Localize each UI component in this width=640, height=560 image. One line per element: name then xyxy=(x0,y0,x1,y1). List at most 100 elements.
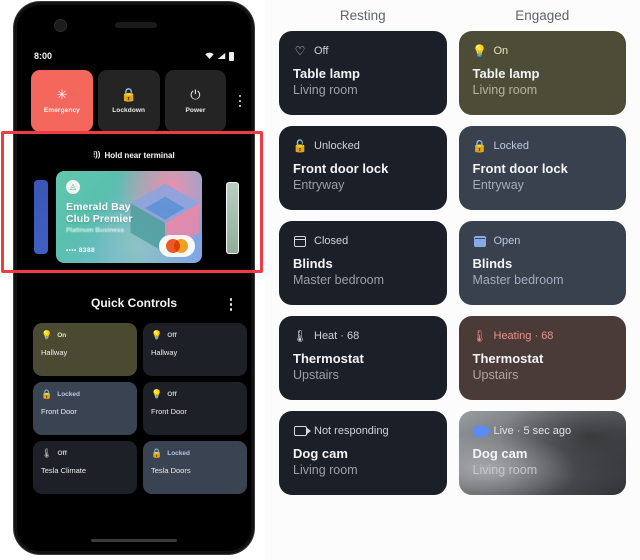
payment-card-title-line1: Emerald Bay xyxy=(66,201,131,213)
quick-control-tile[interactable]: 🔒 Locked Front Door xyxy=(33,382,137,435)
quick-control-tile[interactable]: 🌡 Off Tesla Climate xyxy=(33,441,137,494)
quick-control-status-row: 🔒 Locked xyxy=(151,449,239,458)
device-state-row: 🔓 Unlocked xyxy=(293,139,433,153)
device-name: Blinds xyxy=(472,256,513,271)
state-comparison-panel: Resting Engaged ♡ Off Table lamp Living roo… xyxy=(265,0,640,560)
lightbulb-outline-icon: ♡ xyxy=(294,44,306,58)
phone-mockup-panel: 8:00 ✳ Emergency 🔒 Lockdown ⏻ Power ⦙)) … xyxy=(0,0,265,560)
column-header-resting: Resting xyxy=(339,8,386,23)
comparison-card-grid: ♡ Off Table lamp Living room 💡 On Table lamp Li… xyxy=(271,23,634,495)
thermometer-icon: 🌡 xyxy=(41,448,53,458)
kebab-menu-icon xyxy=(229,298,232,311)
device-name: Dog cam xyxy=(472,446,528,461)
device-state-card[interactable]: 🌡 Heat · 68 Thermostat Upstairs xyxy=(279,316,447,400)
payment-card-masked-number: •••• 8388 xyxy=(66,247,95,254)
quick-control-tile[interactable]: 🔒 Locked Tesla Doors xyxy=(143,441,247,494)
quick-control-state: Locked xyxy=(167,450,190,457)
device-state-row: 🔒 Locked xyxy=(472,139,613,153)
device-state-card[interactable]: 💡 On Table lamp Living room xyxy=(458,31,626,115)
device-name: Front door lock xyxy=(293,161,389,176)
quick-control-name: Front Door xyxy=(151,407,187,416)
lockdown-button-label: Lockdown xyxy=(112,107,146,114)
quick-controls-title: Quick Controls xyxy=(90,296,177,310)
payment-card-subtitle: Platinum Business xyxy=(66,227,125,234)
column-header-engaged: Engaged xyxy=(515,8,570,23)
quick-control-status-row: 🌡 Off xyxy=(41,449,129,458)
device-state-card[interactable]: Closed Blinds Master bedroom xyxy=(279,221,447,305)
device-state-card[interactable]: Live · 5 sec ago Dog cam Living room xyxy=(458,411,626,495)
device-state-card[interactable]: Open Blinds Master bedroom xyxy=(458,221,626,305)
device-room: Master bedroom xyxy=(472,273,564,287)
power-button[interactable]: ⏻ Power xyxy=(164,70,227,132)
lightbulb-icon: 💡 xyxy=(151,389,163,399)
power-button-label: Power xyxy=(185,107,206,114)
mastercard-circle-yellow xyxy=(174,239,188,253)
device-state-label: On xyxy=(493,45,509,57)
device-name: Thermostat xyxy=(472,351,544,366)
device-room: Entryway xyxy=(472,178,524,192)
device-room: Upstairs xyxy=(472,368,519,382)
quick-control-tile[interactable]: 💡 Off Hallway xyxy=(143,323,247,376)
quick-control-name: Front Door xyxy=(41,407,77,416)
quick-control-status-row: 💡 On xyxy=(41,331,129,340)
emergency-button-label: Emergency xyxy=(43,107,80,114)
device-state-row: Live · 5 sec ago xyxy=(472,424,613,438)
quick-control-name: Hallway xyxy=(151,348,178,357)
quick-control-state: Off xyxy=(167,391,177,398)
kebab-menu-icon xyxy=(238,94,242,108)
emergency-button[interactable]: ✳ Emergency xyxy=(31,70,93,132)
device-room: Living room xyxy=(472,83,538,97)
hold-near-terminal-hint: ⦙)) Hold near terminal xyxy=(20,150,248,160)
emergency-star-icon: ✳ xyxy=(56,87,68,102)
lock-icon: 🔒 xyxy=(41,389,53,399)
quick-control-status-row: 💡 Off xyxy=(151,331,239,340)
device-state-card[interactable]: ♡ Off Table lamp Living room xyxy=(279,31,447,115)
unlock-outline-icon: 🔓 xyxy=(292,139,308,153)
power-menu-overflow-button[interactable] xyxy=(231,70,248,132)
status-bar-icons xyxy=(205,51,234,61)
quick-control-state: Locked xyxy=(57,391,80,398)
device-state-label: Not responding xyxy=(314,425,389,437)
blue-card-edge[interactable] xyxy=(34,180,48,254)
quick-controls-grid: 💡 On Hallway 💡 Off Hallway 🔒 Locked Front Door 💡 O… xyxy=(33,323,247,494)
device-state-row: Not responding xyxy=(293,424,433,438)
device-state-label: Live · 5 sec ago xyxy=(493,425,572,437)
lightbulb-filled-icon: 💡 xyxy=(472,44,487,58)
device-state-card[interactable]: Not responding Dog cam Living room xyxy=(279,411,447,495)
lightbulb-icon: 💡 xyxy=(41,330,53,340)
wallet-card-carousel[interactable]: ◬ Emerald Bay Club Premier Platinum Busi… xyxy=(20,168,248,268)
quick-controls-overflow-button[interactable] xyxy=(229,298,232,311)
green-card-edge[interactable] xyxy=(226,182,239,254)
status-bar: 8:00 xyxy=(20,48,248,64)
quick-control-tile[interactable]: 💡 Off Front Door xyxy=(143,382,247,435)
thermometer-filled-icon: 🌡 xyxy=(471,329,488,343)
device-room: Master bedroom xyxy=(293,273,385,287)
blinds-filled-icon xyxy=(473,234,487,248)
quick-control-state: Off xyxy=(167,332,177,339)
quick-control-name: Tesla Climate xyxy=(41,466,87,475)
signal-icon xyxy=(217,53,226,59)
quick-control-status-row: 💡 Off xyxy=(151,390,239,399)
device-name: Front door lock xyxy=(472,161,568,176)
lockdown-button[interactable]: 🔒 Lockdown xyxy=(97,70,160,132)
device-name: Blinds xyxy=(293,256,333,271)
mastercard-logo xyxy=(159,235,195,257)
payment-card-title-line2: Club Premier xyxy=(66,213,133,225)
camera-filled-icon xyxy=(472,424,491,438)
device-room: Entryway xyxy=(293,178,345,192)
payment-card[interactable]: ◬ Emerald Bay Club Premier Platinum Busi… xyxy=(56,171,202,263)
device-state-card[interactable]: 🔓 Unlocked Front door lock Entryway xyxy=(279,126,447,210)
device-state-label: Locked xyxy=(493,140,529,152)
quick-controls-header: Quick Controls xyxy=(20,296,248,310)
emerald-bay-logo: ◬ xyxy=(66,180,80,194)
wallet-section: ⦙)) Hold near terminal ◬ Emerald Bay Clu… xyxy=(20,140,248,280)
lightbulb-icon: 💡 xyxy=(151,330,163,340)
device-state-card[interactable]: 🌡 Heating · 68 Thermostat Upstairs xyxy=(458,316,626,400)
device-state-label: Off xyxy=(314,45,329,57)
device-state-row: Closed xyxy=(293,234,433,248)
power-menu-row: ✳ Emergency 🔒 Lockdown ⏻ Power xyxy=(31,70,248,132)
quick-control-tile[interactable]: 💡 On Hallway xyxy=(33,323,137,376)
gesture-nav-bar[interactable] xyxy=(91,538,177,542)
device-room: Living room xyxy=(472,463,538,477)
device-state-card[interactable]: 🔒 Locked Front door lock Entryway xyxy=(458,126,626,210)
